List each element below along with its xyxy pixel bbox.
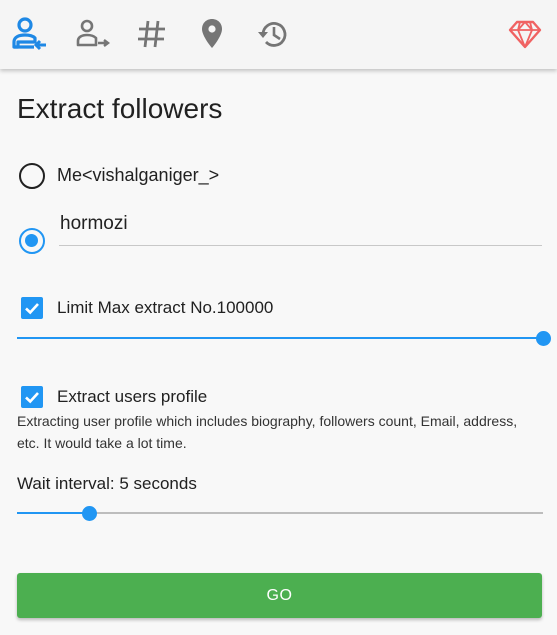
top-toolbar: [0, 0, 557, 69]
radio-option-me[interactable]: Me<vishalganiger_>: [18, 161, 318, 191]
radio-label-me: Me<vishalganiger_>: [57, 165, 220, 185]
username-input[interactable]: [59, 208, 542, 246]
extract-followers-icon[interactable]: [12, 16, 48, 52]
slider-thumb[interactable]: [82, 506, 98, 521]
limit-max-slider[interactable]: [17, 328, 551, 348]
limit-max-label: Limit Max extract No.100000: [57, 298, 274, 317]
wait-interval-slider[interactable]: [17, 503, 543, 523]
limit-max-checkbox[interactable]: [21, 297, 43, 319]
extract-profile-description: Extracting user profile which includes b…: [17, 413, 518, 451]
go-button[interactable]: GO: [17, 573, 542, 618]
radio-option-username[interactable]: [18, 226, 52, 256]
diamond-icon[interactable]: [507, 16, 543, 52]
hashtag-icon[interactable]: [134, 16, 170, 52]
history-icon[interactable]: [255, 16, 291, 52]
radio-button-username[interactable]: [19, 228, 45, 254]
main-content: Extract followers Me<vishalganiger_> Lim…: [0, 69, 557, 635]
page-title: Extract followers: [17, 93, 223, 124]
extract-profile-checkbox[interactable]: [21, 386, 43, 408]
extract-following-icon[interactable]: [75, 16, 111, 52]
radio-button-me[interactable]: [19, 163, 45, 189]
extract-profile-label: Extract users profile: [57, 387, 208, 406]
location-pin-icon[interactable]: [194, 16, 230, 52]
slider-fill: [17, 512, 90, 514]
slider-fill: [17, 337, 543, 339]
slider-thumb[interactable]: [536, 331, 551, 346]
wait-interval-label: Wait interval: 5 seconds: [17, 474, 197, 493]
